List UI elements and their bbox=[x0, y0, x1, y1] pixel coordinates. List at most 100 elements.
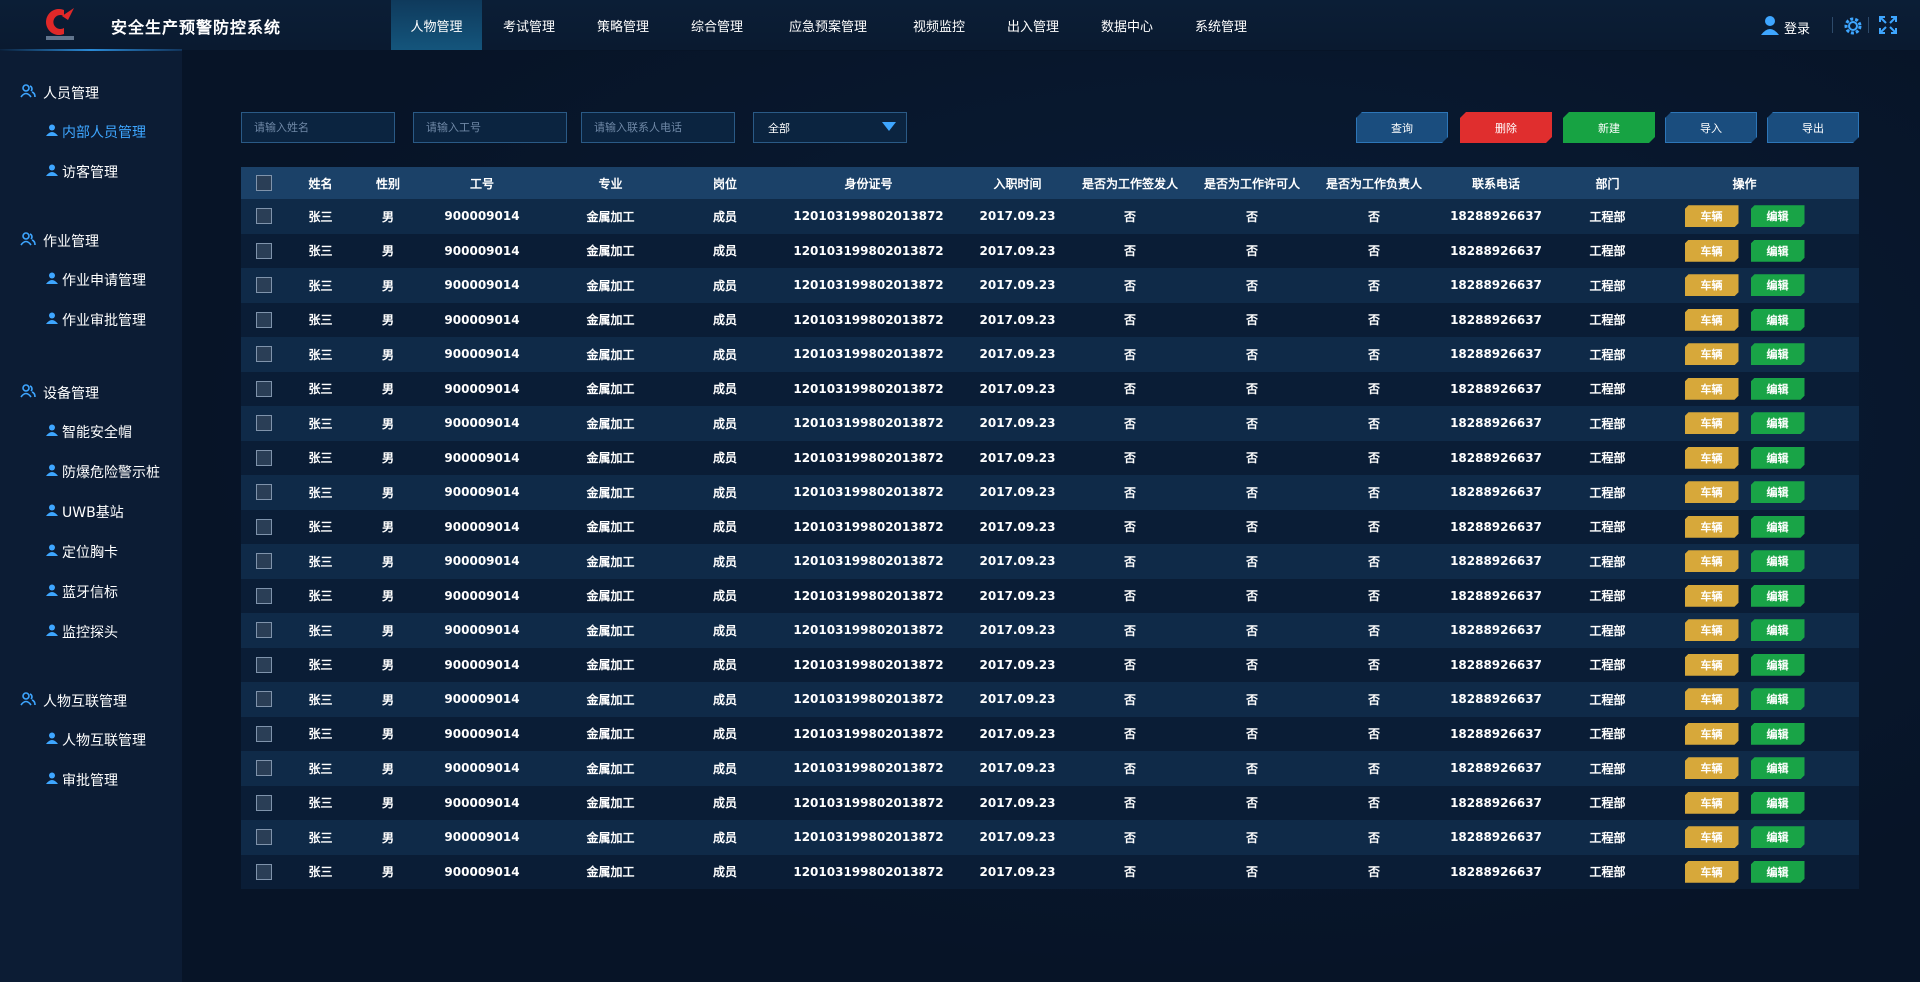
sidebar-item-beacon[interactable]: 蓝牙信标 bbox=[0, 582, 182, 602]
edit-button[interactable]: 编辑 bbox=[1751, 723, 1805, 745]
sidebar-item-job-apply[interactable]: 作业申请管理 bbox=[0, 270, 182, 290]
sidebar-item-camera[interactable]: 监控探头 bbox=[0, 622, 182, 642]
edit-button[interactable]: 编辑 bbox=[1751, 654, 1805, 676]
select-all-checkbox[interactable] bbox=[256, 175, 272, 191]
row-checkbox[interactable] bbox=[256, 242, 272, 259]
row-checkbox[interactable] bbox=[256, 829, 272, 846]
edit-button[interactable]: 编辑 bbox=[1751, 757, 1805, 779]
edit-button[interactable]: 编辑 bbox=[1751, 274, 1805, 296]
vehicle-button[interactable]: 车辆 bbox=[1685, 309, 1739, 331]
vehicle-button[interactable]: 车辆 bbox=[1685, 723, 1739, 745]
sidebar-item-iot[interactable]: 人物互联管理 bbox=[0, 730, 182, 750]
row-checkbox[interactable] bbox=[256, 656, 272, 673]
sidebar-item-approval[interactable]: 审批管理 bbox=[0, 770, 182, 790]
nav-item-system[interactable]: 系统管理 bbox=[1174, 0, 1268, 50]
vehicle-button[interactable]: 车辆 bbox=[1685, 274, 1739, 296]
sidebar-item-uwb-station[interactable]: UWB基站 bbox=[0, 502, 182, 522]
nav-item-data[interactable]: 数据中心 bbox=[1080, 0, 1174, 50]
edit-button[interactable]: 编辑 bbox=[1751, 205, 1805, 227]
row-checkbox[interactable] bbox=[256, 725, 272, 742]
vehicle-button[interactable]: 车辆 bbox=[1685, 550, 1739, 572]
vehicle-button[interactable]: 车辆 bbox=[1685, 757, 1739, 779]
query-button[interactable]: 查询 bbox=[1356, 112, 1448, 143]
gear-icon[interactable] bbox=[1843, 16, 1863, 40]
edit-button[interactable]: 编辑 bbox=[1751, 585, 1805, 607]
nav-item-emergency[interactable]: 应急预案管理 bbox=[764, 0, 892, 50]
row-checkbox[interactable] bbox=[256, 484, 272, 501]
vehicle-button[interactable]: 车辆 bbox=[1685, 481, 1739, 503]
delete-button[interactable]: 删除 bbox=[1460, 112, 1552, 143]
edit-button[interactable]: 编辑 bbox=[1751, 447, 1805, 469]
edit-button[interactable]: 编辑 bbox=[1751, 343, 1805, 365]
vehicle-button[interactable]: 车辆 bbox=[1685, 654, 1739, 676]
vehicle-button[interactable]: 车辆 bbox=[1685, 343, 1739, 365]
nav-item-exam[interactable]: 考试管理 bbox=[482, 0, 576, 50]
edit-button[interactable]: 编辑 bbox=[1751, 378, 1805, 400]
nav-item-people[interactable]: 人物管理 bbox=[391, 0, 482, 50]
vehicle-button[interactable]: 车辆 bbox=[1685, 688, 1739, 710]
vehicle-button[interactable]: 车辆 bbox=[1685, 861, 1739, 883]
export-button[interactable]: 导出 bbox=[1767, 112, 1859, 143]
employee-id-input[interactable] bbox=[413, 112, 567, 143]
edit-button[interactable]: 编辑 bbox=[1751, 826, 1805, 848]
sidebar-group-header[interactable]: 作业管理 bbox=[0, 231, 182, 251]
nav-item-strategy[interactable]: 策略管理 bbox=[576, 0, 670, 50]
row-checkbox[interactable] bbox=[256, 518, 272, 535]
cell-actions: 车辆 编辑 bbox=[1658, 619, 1831, 641]
sidebar-item-visitors[interactable]: 访客管理 bbox=[0, 162, 182, 182]
vehicle-button[interactable]: 车辆 bbox=[1685, 240, 1739, 262]
edit-button[interactable]: 编辑 bbox=[1751, 516, 1805, 538]
sidebar-item-internal-staff[interactable]: 内部人员管理 bbox=[0, 122, 182, 142]
row-checkbox[interactable] bbox=[256, 208, 272, 225]
vehicle-button[interactable]: 车辆 bbox=[1685, 792, 1739, 814]
import-button[interactable]: 导入 bbox=[1665, 112, 1757, 143]
row-checkbox[interactable] bbox=[256, 691, 272, 708]
sidebar-group-header[interactable]: 设备管理 bbox=[0, 383, 182, 403]
vehicle-button[interactable]: 车辆 bbox=[1685, 378, 1739, 400]
table-row: 张三 男 900009014 金属加工 成员 12010319980201387… bbox=[241, 578, 1859, 613]
fullscreen-icon[interactable] bbox=[1879, 16, 1897, 38]
name-input[interactable] bbox=[241, 112, 395, 143]
row-checkbox[interactable] bbox=[256, 415, 272, 432]
row-checkbox[interactable] bbox=[256, 346, 272, 363]
category-select[interactable]: 全部 bbox=[753, 112, 907, 143]
row-checkbox[interactable] bbox=[256, 311, 272, 328]
row-checkbox[interactable] bbox=[256, 863, 272, 880]
sidebar-group-header[interactable]: 人物互联管理 bbox=[0, 691, 182, 711]
row-checkbox[interactable] bbox=[256, 587, 272, 604]
create-button[interactable]: 新建 bbox=[1563, 112, 1655, 143]
row-checkbox[interactable] bbox=[256, 553, 272, 570]
vehicle-button[interactable]: 车辆 bbox=[1685, 205, 1739, 227]
edit-button[interactable]: 编辑 bbox=[1751, 240, 1805, 262]
row-checkbox[interactable] bbox=[256, 760, 272, 777]
phone-input[interactable] bbox=[581, 112, 735, 143]
vehicle-button[interactable]: 车辆 bbox=[1685, 826, 1739, 848]
vehicle-button[interactable]: 车辆 bbox=[1685, 585, 1739, 607]
row-checkbox[interactable] bbox=[256, 277, 272, 294]
sidebar-item-warning-post[interactable]: 防爆危险警示桩 bbox=[0, 462, 182, 482]
row-checkbox[interactable] bbox=[256, 380, 272, 397]
sidebar-group-header[interactable]: 人员管理 bbox=[0, 83, 182, 103]
nav-item-general[interactable]: 综合管理 bbox=[670, 0, 764, 50]
edit-button[interactable]: 编辑 bbox=[1751, 792, 1805, 814]
edit-button[interactable]: 编辑 bbox=[1751, 412, 1805, 434]
row-checkbox[interactable] bbox=[256, 794, 272, 811]
vehicle-button[interactable]: 车辆 bbox=[1685, 447, 1739, 469]
sidebar-item-job-approve[interactable]: 作业审批管理 bbox=[0, 310, 182, 330]
vehicle-button[interactable]: 车辆 bbox=[1685, 516, 1739, 538]
edit-button[interactable]: 编辑 bbox=[1751, 688, 1805, 710]
edit-button[interactable]: 编辑 bbox=[1751, 481, 1805, 503]
sidebar-item-badge[interactable]: 定位胸卡 bbox=[0, 542, 182, 562]
edit-button[interactable]: 编辑 bbox=[1751, 309, 1805, 331]
row-checkbox[interactable] bbox=[256, 449, 272, 466]
edit-button[interactable]: 编辑 bbox=[1751, 861, 1805, 883]
vehicle-button[interactable]: 车辆 bbox=[1685, 412, 1739, 434]
sidebar-item-smart-helmet[interactable]: 智能安全帽 bbox=[0, 422, 182, 442]
nav-item-video[interactable]: 视频监控 bbox=[892, 0, 986, 50]
edit-button[interactable]: 编辑 bbox=[1751, 619, 1805, 641]
login-button[interactable]: 登录 bbox=[1761, 15, 1810, 39]
edit-button[interactable]: 编辑 bbox=[1751, 550, 1805, 572]
row-checkbox[interactable] bbox=[256, 622, 272, 639]
nav-item-access[interactable]: 出入管理 bbox=[986, 0, 1080, 50]
vehicle-button[interactable]: 车辆 bbox=[1685, 619, 1739, 641]
